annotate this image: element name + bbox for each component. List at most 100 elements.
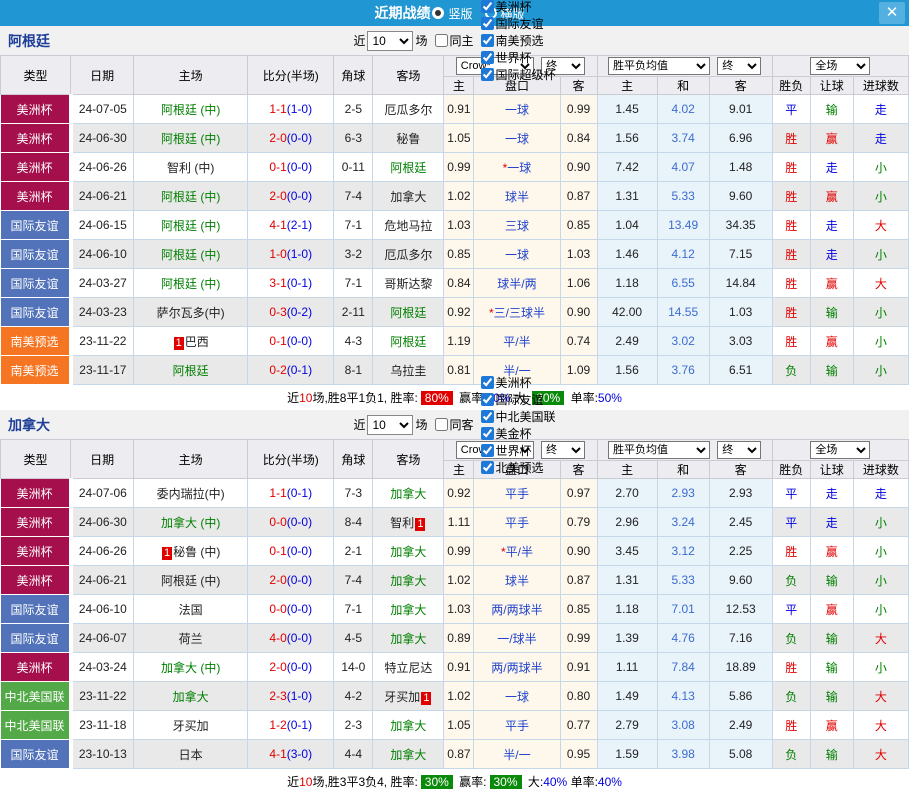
same-venue-checkbox[interactable]	[435, 418, 448, 431]
avg-stage-select[interactable]: 终	[717, 57, 761, 75]
avg-draw-cell: 7.01	[657, 595, 709, 624]
date-cell: 24-07-05	[71, 95, 134, 124]
winlose-result-cell: 胜	[772, 211, 810, 240]
home-odds-cell: 1.02	[444, 682, 474, 711]
match-row: 国际友谊23-10-13日本4-1(3-0)4-4加拿大0.87半/一0.951…	[1, 740, 909, 769]
handicap-cell: *平/半	[474, 537, 560, 566]
fulltime-score: 0-3	[269, 305, 286, 319]
winlose-result-cell: 胜	[772, 327, 810, 356]
halftime-score: (1-0)	[287, 102, 312, 116]
league-label: 国际友谊	[496, 15, 544, 32]
corners-cell: 0-11	[334, 153, 373, 182]
halftime-score: (0-0)	[287, 189, 312, 203]
goals-result-cell: 小	[853, 182, 908, 211]
avg-home-cell: 1.56	[597, 124, 657, 153]
summary-line: 近10场,胜3平3负4, 胜率:30% 赢率:30% 大:40% 单率:40%	[0, 769, 909, 794]
league-checkbox[interactable]	[481, 461, 494, 474]
handicap-label: 一球	[507, 161, 531, 175]
avg-away-cell: 2.49	[709, 711, 772, 740]
halftime-score: (0-1)	[287, 363, 312, 377]
fulltime-score: 1-1	[269, 486, 286, 500]
winlose-result-cell: 胜	[772, 182, 810, 211]
league-filter-option[interactable]: 国际超级杯	[476, 66, 556, 83]
close-button[interactable]: ✕	[879, 2, 905, 24]
league-filter-option[interactable]: 美金杯	[476, 425, 556, 442]
goals-result-cell: 小	[853, 298, 908, 327]
team-label: 阿根廷	[173, 364, 209, 378]
fullmatch-select[interactable]: 全场	[810, 57, 870, 75]
avg-draw-cell: 4.02	[657, 95, 709, 124]
away-odds-cell: 0.77	[560, 711, 597, 740]
team-label: 加拿大 (中)	[161, 661, 220, 675]
league-filter-option[interactable]: 中北美国联	[476, 408, 556, 425]
avg-away-cell: 5.08	[709, 740, 772, 769]
league-filter-option[interactable]: 世界杯	[476, 442, 556, 459]
handicap-cell: 三球	[474, 211, 560, 240]
away-team-cell: 加拿大	[373, 711, 444, 740]
league-checkbox[interactable]	[481, 410, 494, 423]
section-header: 加拿大 近 10 场 同客 美洲杯国际友谊中北美国联美金杯世界杯北美预选	[0, 410, 909, 439]
same-venue-option[interactable]: 同客	[430, 416, 474, 433]
league-checkbox[interactable]	[481, 51, 494, 64]
league-checkbox[interactable]	[481, 34, 494, 47]
league-filter-option[interactable]: 南美预选	[476, 32, 556, 49]
away-odds-cell: 1.06	[560, 269, 597, 298]
team-label: 阿根廷 (中)	[161, 219, 220, 233]
goals-result-cell: 小	[853, 595, 908, 624]
fullmatch-select[interactable]: 全场	[810, 441, 870, 459]
league-filter-option[interactable]: 国际友谊	[476, 391, 556, 408]
home-odds-cell: 0.91	[444, 95, 474, 124]
avg-home-cell: 2.49	[597, 327, 657, 356]
match-type-cell: 中北美国联	[1, 682, 71, 711]
league-checkbox[interactable]	[481, 393, 494, 406]
league-checkbox[interactable]	[481, 427, 494, 440]
fulltime-score: 0-2	[269, 363, 286, 377]
winlose-result-cell: 胜	[772, 537, 810, 566]
league-checkbox[interactable]	[481, 0, 494, 13]
league-checkbox[interactable]	[481, 68, 494, 81]
team-label: 厄瓜多尔	[384, 248, 432, 262]
handicap-label: 一球	[505, 132, 529, 146]
league-filter-option[interactable]: 美洲杯	[476, 0, 556, 15]
avg-stage-select[interactable]: 终	[717, 441, 761, 459]
halftime-score: (0-1)	[287, 486, 312, 500]
league-checkbox[interactable]	[481, 444, 494, 457]
date-cell: 24-03-27	[71, 269, 134, 298]
goals-result-cell: 小	[853, 537, 908, 566]
winlose-result-cell: 负	[772, 740, 810, 769]
team-name: 加拿大	[8, 415, 50, 435]
fulltime-score: 2-0	[269, 660, 286, 674]
col-type: 类型	[1, 56, 71, 95]
same-venue-checkbox[interactable]	[435, 34, 448, 47]
home-team-cell: 阿根廷 (中)	[134, 211, 248, 240]
avg-home-cell: 1.31	[597, 182, 657, 211]
team-label: 法国	[179, 603, 203, 617]
handicap-result-cell: 赢	[810, 711, 853, 740]
league-filter-option[interactable]: 北美预选	[476, 459, 556, 476]
avg-type-select[interactable]: 胜平负均值	[608, 441, 710, 459]
team-label: 智利	[390, 516, 414, 530]
recent-count-select[interactable]: 10	[367, 31, 413, 51]
recent-count-select[interactable]: 10	[367, 415, 413, 435]
league-filter-option[interactable]: 国际友谊	[476, 15, 556, 32]
league-checkbox[interactable]	[481, 17, 494, 30]
team-label: 智利 (中)	[167, 161, 214, 175]
avg-type-select[interactable]: 胜平负均值	[608, 57, 710, 75]
match-row: 南美预选23-11-221巴西0-1(0-0)4-3阿根廷1.19平/半0.74…	[1, 327, 909, 356]
sub-col-away-odds: 客	[560, 461, 597, 479]
avg-away-cell: 7.15	[709, 240, 772, 269]
handicap-result-cell: 赢	[810, 595, 853, 624]
league-label: 美金杯	[496, 425, 532, 442]
league-filter-option[interactable]: 世界杯	[476, 49, 556, 66]
handicap-result-cell: 输	[810, 356, 853, 385]
same-venue-option[interactable]: 同主	[430, 32, 474, 49]
away-odds-cell: 0.97	[560, 479, 597, 508]
date-cell: 24-06-10	[71, 240, 134, 269]
league-checkbox[interactable]	[481, 376, 494, 389]
red-card-badge: 1	[174, 337, 184, 350]
match-row: 美洲杯24-06-21阿根廷 (中)2-0(0-0)7-4加拿大1.02球半0.…	[1, 566, 909, 595]
summary-part: 10	[299, 775, 312, 789]
handicap-result-cell: 输	[810, 682, 853, 711]
league-filter-option[interactable]: 美洲杯	[476, 374, 556, 391]
avg-home-cell: 1.45	[597, 95, 657, 124]
